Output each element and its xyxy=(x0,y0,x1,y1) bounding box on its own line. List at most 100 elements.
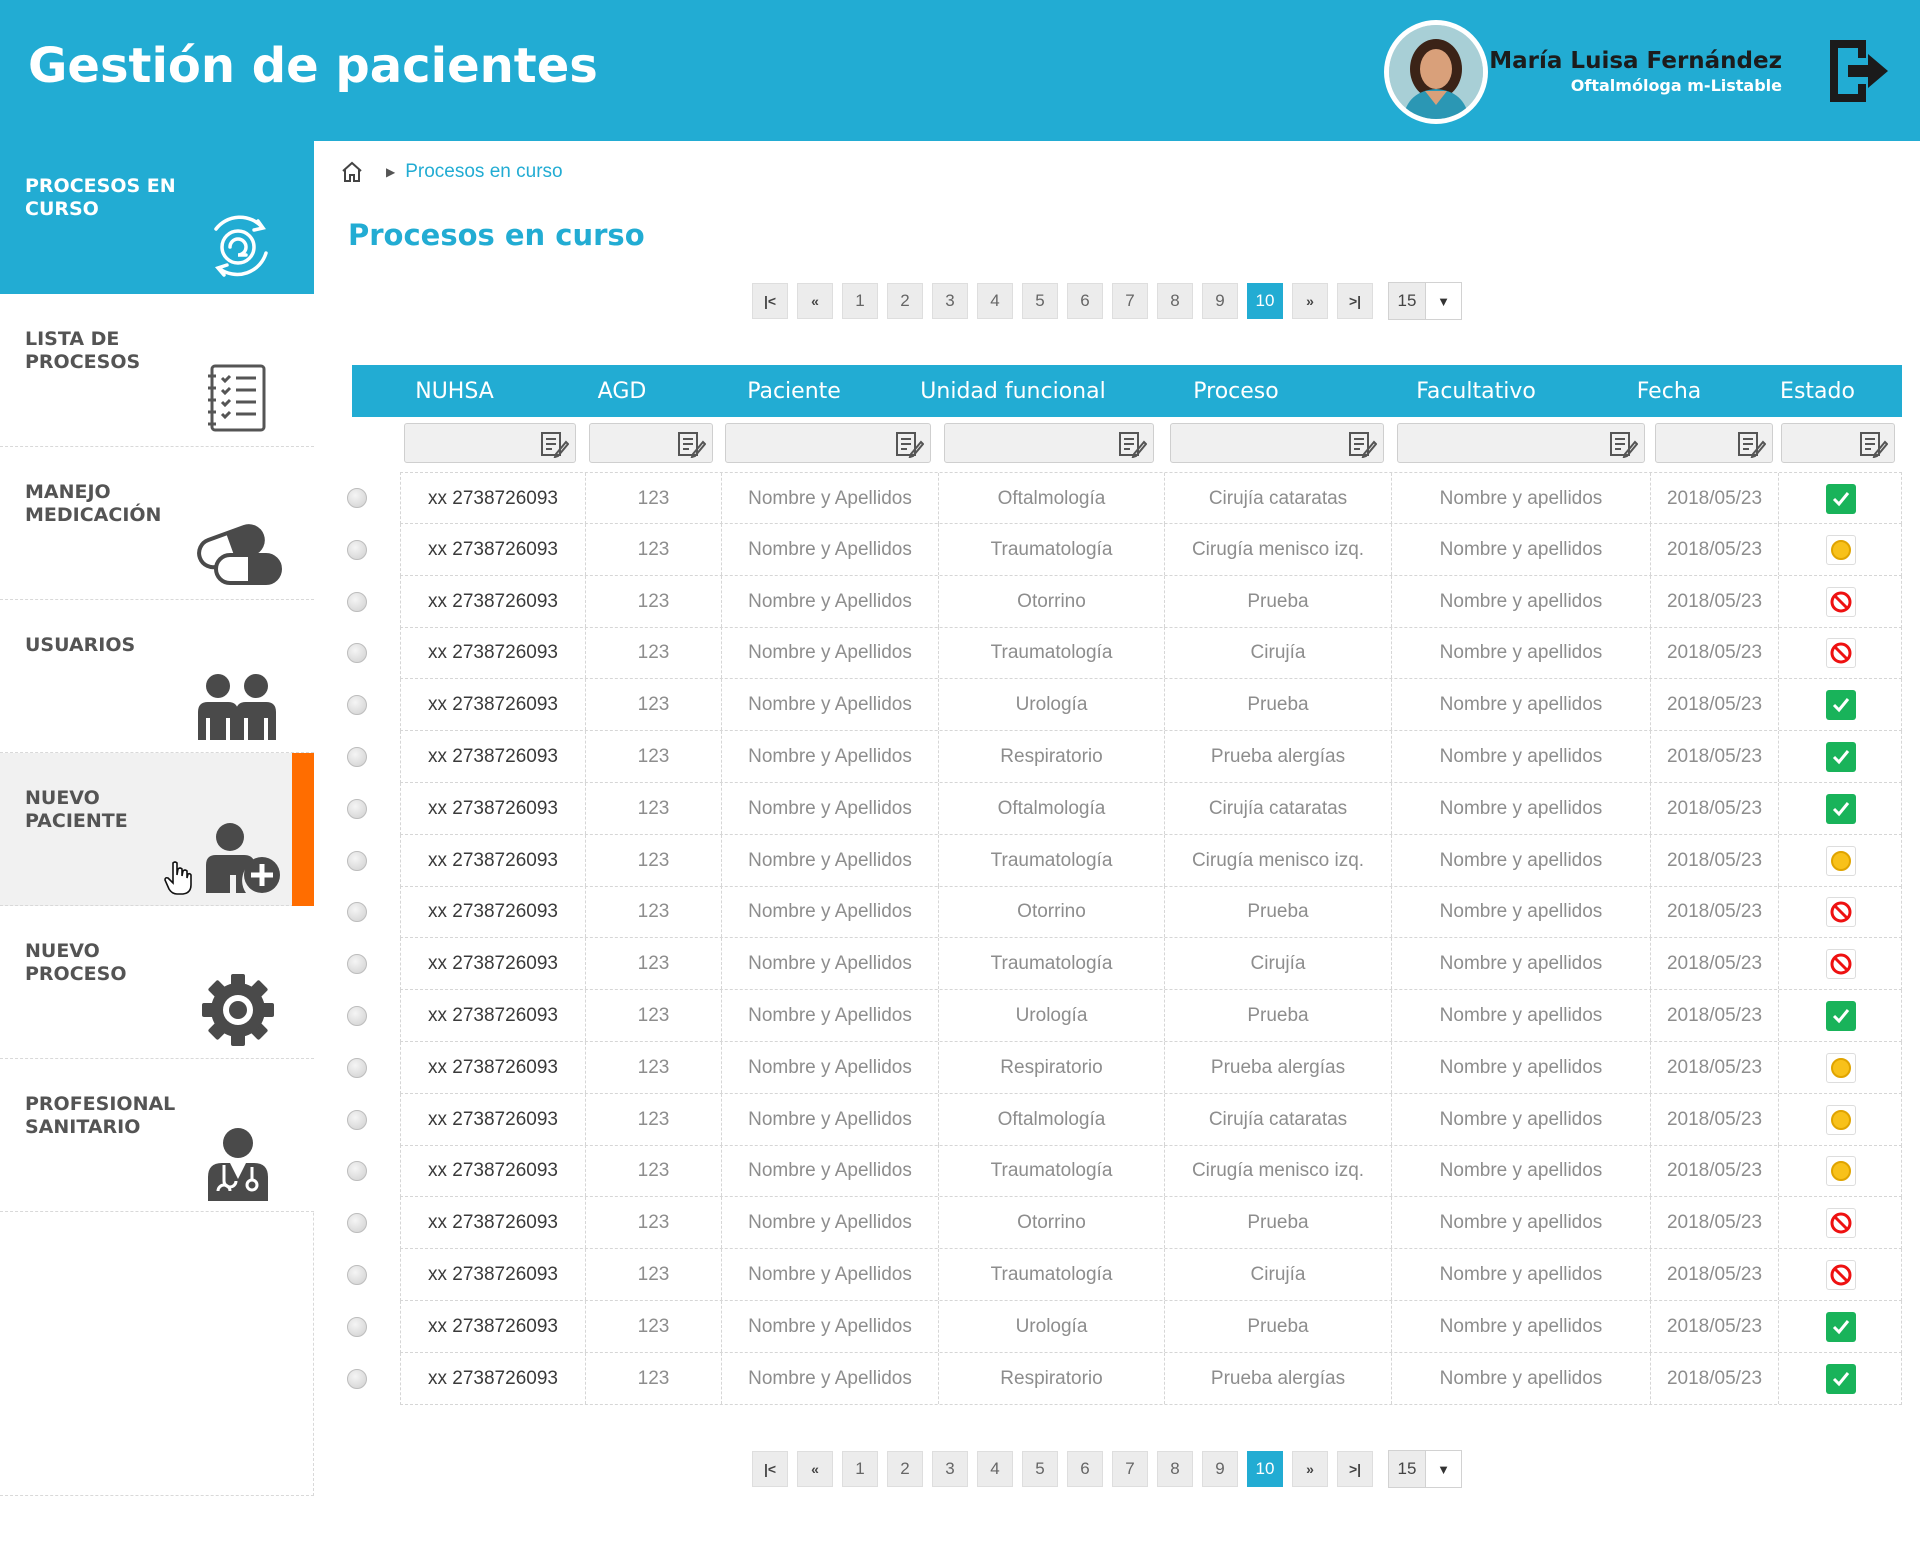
row-select-radio[interactable] xyxy=(347,643,367,663)
table-row[interactable]: xx 2738726093 123 Nombre y Apellidos Oftalm… xyxy=(400,1094,1902,1146)
avatar[interactable] xyxy=(1384,20,1488,124)
filter-input-nuhsa[interactable] xyxy=(404,423,576,463)
sidebar-item-nuevo-proceso[interactable]: NUEVO PROCESO xyxy=(0,906,314,1059)
filter-input-fecha[interactable] xyxy=(1655,423,1773,463)
table-row[interactable]: xx 2738726093 123 Nombre y Apellidos Trauma… xyxy=(400,1145,1902,1197)
page-button[interactable]: 1 xyxy=(842,1451,878,1487)
filter-input-paciente[interactable] xyxy=(725,423,931,463)
cell-paciente: Nombre y Apellidos xyxy=(722,1249,939,1300)
home-icon[interactable] xyxy=(340,160,364,184)
status-ok-icon xyxy=(1826,741,1856,772)
column-header-fecha[interactable]: Fecha xyxy=(1605,365,1733,417)
table-row[interactable]: xx 2738726093 123 Nombre y Apellidos Respir… xyxy=(400,1042,1902,1094)
sidebar-item-profesional-sanitario[interactable]: PROFESIONAL SANITARIO xyxy=(0,1059,314,1212)
page-button[interactable]: 4 xyxy=(977,283,1013,319)
row-select-radio[interactable] xyxy=(347,851,367,871)
column-header-estado[interactable]: Estado xyxy=(1733,365,1902,417)
cell-estado xyxy=(1779,783,1903,834)
table-row[interactable]: xx 2738726093 123 Nombre y Apellidos Otorri… xyxy=(400,1197,1902,1249)
breadcrumb-current[interactable]: Procesos en curso xyxy=(405,161,562,183)
row-select-radio[interactable] xyxy=(347,902,367,922)
row-select-radio[interactable] xyxy=(347,799,367,819)
table-row[interactable]: xx 2738726093 123 Nombre y Apellidos Trauma… xyxy=(400,627,1902,679)
table-row[interactable]: xx 2738726093 123 Nombre y Apellidos Trauma… xyxy=(400,835,1902,887)
column-header-agd[interactable]: AGD xyxy=(557,365,687,417)
column-header-nuhsa[interactable]: NUHSA xyxy=(352,365,557,417)
row-select-radio[interactable] xyxy=(347,954,367,974)
filter-input-proceso[interactable] xyxy=(1170,423,1384,463)
filter-input-facultativo[interactable] xyxy=(1397,423,1645,463)
page-button[interactable]: 3 xyxy=(932,283,968,319)
next-page-button[interactable]: » xyxy=(1292,283,1328,319)
filter-input-unidad-funcional[interactable] xyxy=(944,423,1154,463)
table-row[interactable]: xx 2738726093 123 Nombre y Apellidos Urolog… xyxy=(400,1301,1902,1353)
row-select-radio[interactable] xyxy=(347,488,367,508)
row-select-radio[interactable] xyxy=(347,1317,367,1337)
page-button[interactable]: 4 xyxy=(977,1451,1013,1487)
page-button[interactable]: 9 xyxy=(1202,1451,1238,1487)
sidebar-item-nuevo-paciente[interactable]: NUEVO PACIENTE xyxy=(0,753,314,906)
cell-paciente: Nombre y Apellidos xyxy=(722,783,939,834)
prev-page-button[interactable]: « xyxy=(797,283,833,319)
row-select-radio[interactable] xyxy=(347,1213,367,1233)
page-button[interactable]: 3 xyxy=(932,1451,968,1487)
row-select-radio[interactable] xyxy=(347,1110,367,1130)
first-page-button[interactable]: |< xyxy=(752,1451,788,1487)
page-button[interactable]: 8 xyxy=(1157,1451,1193,1487)
table-row[interactable]: xx 2738726093 123 Nombre y Apellidos Trauma… xyxy=(400,524,1902,576)
next-page-button[interactable]: » xyxy=(1292,1451,1328,1487)
table-row[interactable]: xx 2738726093 123 Nombre y Apellidos Urolog… xyxy=(400,990,1902,1042)
page-button[interactable]: 2 xyxy=(887,1451,923,1487)
row-select-radio[interactable] xyxy=(347,1006,367,1026)
row-select-radio[interactable] xyxy=(347,747,367,767)
row-select-radio[interactable] xyxy=(347,540,367,560)
table-row[interactable]: xx 2738726093 123 Nombre y Apellidos Trauma… xyxy=(400,938,1902,990)
sidebar-item-procesos-en-curso[interactable]: PROCESOS EN CURSO xyxy=(0,141,314,294)
page-size-select[interactable]: 15 ▼ xyxy=(1388,1450,1462,1488)
current-page-button[interactable]: 10 xyxy=(1247,283,1283,319)
sidebar-item-manejo-medicacion[interactable]: MANEJO MEDICACIÓN xyxy=(0,447,314,600)
filter-input-estado[interactable] xyxy=(1781,423,1895,463)
page-button[interactable]: 6 xyxy=(1067,1451,1103,1487)
page-button[interactable]: 1 xyxy=(842,283,878,319)
row-select-radio[interactable] xyxy=(347,1369,367,1389)
column-header-unidad-funcional[interactable]: Unidad funcional xyxy=(901,365,1125,417)
last-page-button[interactable]: >| xyxy=(1337,1451,1373,1487)
table-row[interactable]: xx 2738726093 123 Nombre y Apellidos Respir… xyxy=(400,1353,1902,1405)
page-button[interactable]: 7 xyxy=(1112,283,1148,319)
row-select-radio[interactable] xyxy=(347,1161,367,1181)
column-header-proceso[interactable]: Proceso xyxy=(1125,365,1347,417)
column-header-facultativo[interactable]: Facultativo xyxy=(1347,365,1605,417)
page-button[interactable]: 6 xyxy=(1067,283,1103,319)
sidebar-item-lista-de-procesos[interactable]: LISTA DE PROCESOS xyxy=(0,294,314,447)
filter-input-agd[interactable] xyxy=(589,423,713,463)
column-header-paciente[interactable]: Paciente xyxy=(687,365,901,417)
table-row[interactable]: xx 2738726093 123 Nombre y Apellidos Otorri… xyxy=(400,886,1902,938)
current-page-button[interactable]: 10 xyxy=(1247,1451,1283,1487)
last-page-button[interactable]: >| xyxy=(1337,283,1373,319)
prev-page-button[interactable]: « xyxy=(797,1451,833,1487)
table-row[interactable]: xx 2738726093 123 Nombre y Apellidos Otorri… xyxy=(400,576,1902,628)
table-row[interactable]: xx 2738726093 123 Nombre y Apellidos Respir… xyxy=(400,731,1902,783)
page-button[interactable]: 9 xyxy=(1202,283,1238,319)
page-size-select[interactable]: 15 ▼ xyxy=(1388,282,1462,320)
logout-icon[interactable] xyxy=(1826,36,1890,106)
row-select-radio[interactable] xyxy=(347,1265,367,1285)
table-row[interactable]: xx 2738726093 123 Nombre y Apellidos Urolog… xyxy=(400,679,1902,731)
table-row[interactable]: xx 2738726093 123 Nombre y Apellidos Oftalm… xyxy=(400,783,1902,835)
cell-agd: 123 xyxy=(586,990,722,1041)
page-button[interactable]: 2 xyxy=(887,283,923,319)
first-page-button[interactable]: |< xyxy=(752,283,788,319)
page-button[interactable]: 5 xyxy=(1022,1451,1058,1487)
table-row[interactable]: xx 2738726093 123 Nombre y Apellidos Trauma… xyxy=(400,1249,1902,1301)
row-select-radio[interactable] xyxy=(347,592,367,612)
sidebar-item-usuarios[interactable]: USUARIOS xyxy=(0,600,314,753)
row-select-radio[interactable] xyxy=(347,695,367,715)
row-select-radio[interactable] xyxy=(347,1058,367,1078)
cell-unidad-funcional: Otorrino xyxy=(939,576,1165,627)
page-button[interactable]: 7 xyxy=(1112,1451,1148,1487)
page-button[interactable]: 5 xyxy=(1022,283,1058,319)
page-button[interactable]: 8 xyxy=(1157,283,1193,319)
table-row[interactable]: xx 2738726093 123 Nombre y Apellidos Oftalm… xyxy=(400,472,1902,524)
cell-unidad-funcional: Traumatología xyxy=(939,1249,1165,1300)
